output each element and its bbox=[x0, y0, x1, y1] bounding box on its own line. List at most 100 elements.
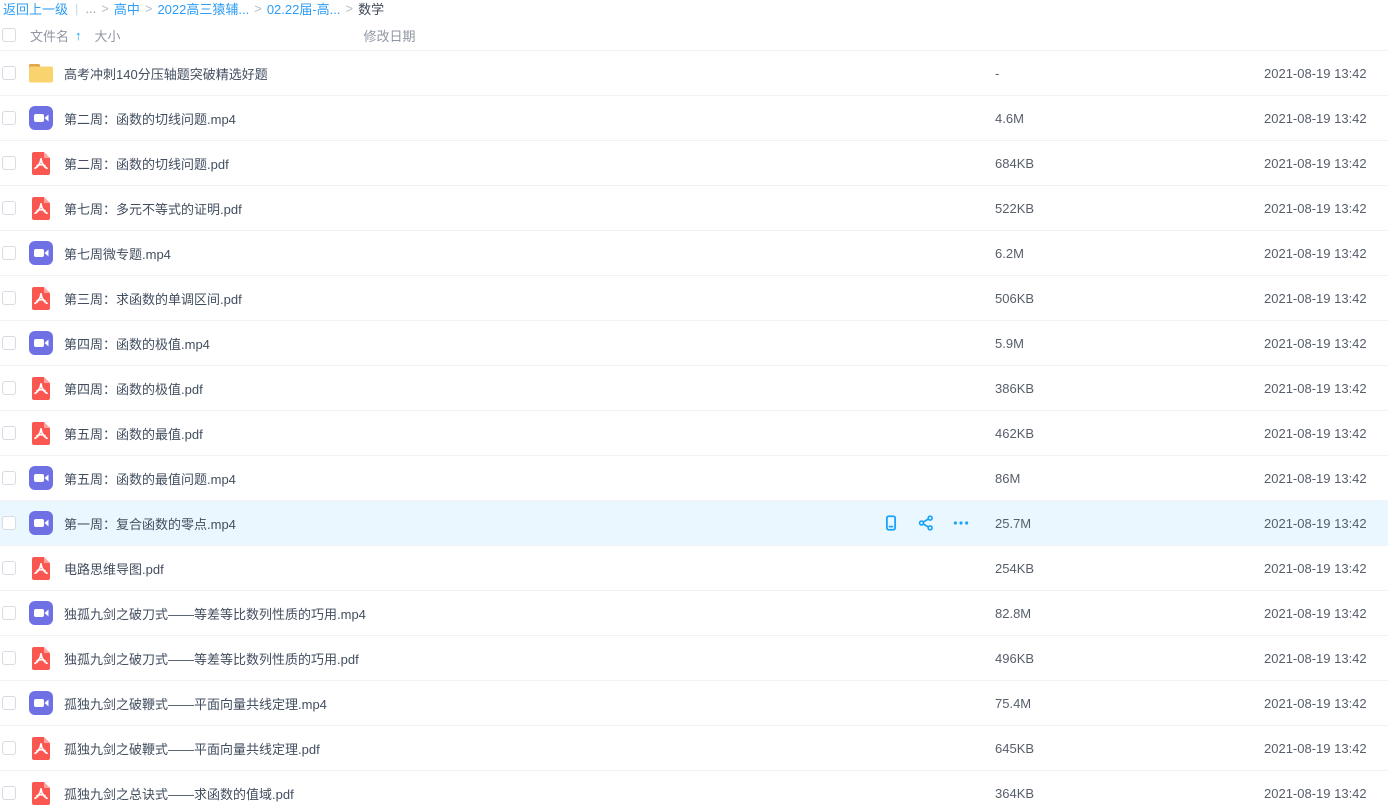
file-row[interactable]: 第三周：求函数的单调区间.pdf 506KB 2021-08-19 13:42 bbox=[0, 276, 1388, 321]
row-checkbox[interactable] bbox=[2, 696, 16, 710]
row-checkbox[interactable] bbox=[2, 201, 16, 215]
breadcrumb-separator: > bbox=[254, 1, 262, 16]
file-row[interactable]: 高考冲刺140分压轴题突破精选好题 - 2021-08-19 13:42 bbox=[0, 51, 1388, 96]
file-modified-date: 2021-08-19 13:42 bbox=[1264, 426, 1388, 441]
row-checkbox[interactable] bbox=[2, 111, 16, 125]
file-name[interactable]: 孤独九剑之破鞭式——平面向量共线定理.pdf bbox=[64, 739, 320, 758]
row-checkbox[interactable] bbox=[2, 741, 16, 755]
pdf-file-icon bbox=[28, 556, 54, 580]
select-all-checkbox[interactable] bbox=[2, 28, 16, 42]
file-size: 4.6M bbox=[995, 111, 1264, 126]
row-checkbox[interactable] bbox=[2, 246, 16, 260]
file-row[interactable]: 第一周：复合函数的零点.mp4 bbox=[0, 501, 1388, 546]
file-size: 645KB bbox=[995, 741, 1264, 756]
file-name[interactable]: 高考冲刺140分压轴题突破精选好题 bbox=[64, 64, 268, 83]
row-checkbox[interactable] bbox=[2, 291, 16, 305]
video-file-icon bbox=[28, 241, 54, 265]
file-modified-date: 2021-08-19 13:42 bbox=[1264, 741, 1388, 756]
file-name[interactable]: 第五周：函数的最值问题.mp4 bbox=[64, 469, 236, 488]
file-name[interactable]: 第二周：函数的切线问题.mp4 bbox=[64, 109, 236, 128]
file-modified-date: 2021-08-19 13:42 bbox=[1264, 561, 1388, 576]
row-checkbox[interactable] bbox=[2, 606, 16, 620]
file-row[interactable]: 孤独九剑之破鞭式——平面向量共线定理.mp4 75.4M 2021-08-19 … bbox=[0, 681, 1388, 726]
pdf-file-icon bbox=[28, 646, 54, 670]
row-checkbox[interactable] bbox=[2, 471, 16, 485]
video-file-icon bbox=[28, 106, 54, 130]
row-checkbox[interactable] bbox=[2, 426, 16, 440]
file-row[interactable]: 第四周：函数的极值.mp4 5.9M 2021-08-19 13:42 bbox=[0, 321, 1388, 366]
file-name[interactable]: 电路思维导图.pdf bbox=[64, 559, 164, 578]
row-checkbox[interactable] bbox=[2, 786, 16, 800]
file-row[interactable]: 第二周：函数的切线问题.mp4 4.6M 2021-08-19 13:42 bbox=[0, 96, 1388, 141]
file-table-header: 文件名 ↑ 大小 修改日期 bbox=[0, 20, 1388, 51]
breadcrumb-link-2[interactable]: 2022高三猿辅... bbox=[157, 0, 249, 18]
file-name[interactable]: 孤独九剑之破鞭式——平面向量共线定理.mp4 bbox=[64, 694, 327, 713]
file-size: 386KB bbox=[995, 381, 1264, 396]
file-size: 86M bbox=[995, 471, 1264, 486]
breadcrumb-collapsed[interactable]: ... bbox=[85, 1, 96, 16]
file-row[interactable]: 第五周：函数的最值.pdf 462KB 2021-08-19 13:42 bbox=[0, 411, 1388, 456]
breadcrumb-link-3[interactable]: 02.22届-高... bbox=[267, 0, 341, 18]
file-name[interactable]: 第四周：函数的极值.pdf bbox=[64, 379, 203, 398]
column-header-size[interactable]: 大小 bbox=[82, 26, 351, 45]
file-name[interactable]: 独孤九剑之破刀式——等差等比数列性质的巧用.pdf bbox=[64, 649, 359, 668]
share-icon[interactable] bbox=[917, 514, 935, 532]
file-size: 25.7M bbox=[995, 516, 1264, 531]
file-modified-date: 2021-08-19 13:42 bbox=[1264, 381, 1388, 396]
file-name[interactable]: 第一周：复合函数的零点.mp4 bbox=[64, 514, 236, 533]
breadcrumb-link-1[interactable]: 高中 bbox=[114, 0, 140, 18]
file-modified-date: 2021-08-19 13:42 bbox=[1264, 651, 1388, 666]
file-size: 462KB bbox=[995, 426, 1264, 441]
file-size: 506KB bbox=[995, 291, 1264, 306]
file-size: 5.9M bbox=[995, 336, 1264, 351]
video-file-icon bbox=[28, 601, 54, 625]
file-size: 684KB bbox=[995, 156, 1264, 171]
file-name[interactable]: 第二周：函数的切线问题.pdf bbox=[64, 154, 229, 173]
file-modified-date: 2021-08-19 13:42 bbox=[1264, 291, 1388, 306]
save-to-device-icon[interactable] bbox=[882, 514, 900, 532]
file-name[interactable]: 第五周：函数的最值.pdf bbox=[64, 424, 203, 443]
file-row[interactable]: 第五周：函数的最值问题.mp4 86M 2021-08-19 13:42 bbox=[0, 456, 1388, 501]
column-header-name-label: 文件名 bbox=[30, 26, 69, 45]
file-modified-date: 2021-08-19 13:42 bbox=[1264, 201, 1388, 216]
row-checkbox[interactable] bbox=[2, 516, 16, 530]
file-name[interactable]: 第七周：多元不等式的证明.pdf bbox=[64, 199, 242, 218]
file-row[interactable]: 电路思维导图.pdf 254KB 2021-08-19 13:42 bbox=[0, 546, 1388, 591]
column-header-modified[interactable]: 修改日期 bbox=[351, 26, 475, 45]
file-row[interactable]: 独孤九剑之破刀式——等差等比数列性质的巧用.mp4 82.8M 2021-08-… bbox=[0, 591, 1388, 636]
file-name[interactable]: 第七周微专题.mp4 bbox=[64, 244, 171, 263]
file-size: 254KB bbox=[995, 561, 1264, 576]
file-modified-date: 2021-08-19 13:42 bbox=[1264, 156, 1388, 171]
video-file-icon bbox=[28, 511, 54, 535]
video-file-icon bbox=[28, 691, 54, 715]
video-file-icon bbox=[28, 466, 54, 490]
file-row[interactable]: 第四周：函数的极值.pdf 386KB 2021-08-19 13:42 bbox=[0, 366, 1388, 411]
row-checkbox[interactable] bbox=[2, 561, 16, 575]
file-size: 82.8M bbox=[995, 606, 1264, 621]
row-hover-actions bbox=[882, 514, 970, 532]
file-name[interactable]: 孤独九剑之总诀式——求函数的值域.pdf bbox=[64, 784, 294, 803]
row-checkbox[interactable] bbox=[2, 156, 16, 170]
file-row[interactable]: 孤独九剑之破鞭式——平面向量共线定理.pdf 645KB 2021-08-19 … bbox=[0, 726, 1388, 771]
breadcrumb-separator: > bbox=[101, 1, 109, 16]
row-checkbox[interactable] bbox=[2, 381, 16, 395]
row-checkbox[interactable] bbox=[2, 66, 16, 80]
file-row[interactable]: 第七周：多元不等式的证明.pdf 522KB 2021-08-19 13:42 bbox=[0, 186, 1388, 231]
file-size: 6.2M bbox=[995, 246, 1264, 261]
file-row[interactable]: 独孤九剑之破刀式——等差等比数列性质的巧用.pdf 496KB 2021-08-… bbox=[0, 636, 1388, 681]
breadcrumb-divider: | bbox=[75, 1, 78, 16]
row-checkbox[interactable] bbox=[2, 651, 16, 665]
more-actions-icon[interactable] bbox=[952, 514, 970, 532]
breadcrumb-back-link[interactable]: 返回上一级 bbox=[3, 0, 68, 18]
breadcrumb-current: 数学 bbox=[358, 0, 384, 18]
file-modified-date: 2021-08-19 13:42 bbox=[1264, 246, 1388, 261]
file-name[interactable]: 第三周：求函数的单调区间.pdf bbox=[64, 289, 242, 308]
file-modified-date: 2021-08-19 13:42 bbox=[1264, 336, 1388, 351]
column-header-name[interactable]: 文件名 ↑ bbox=[30, 26, 82, 45]
file-row[interactable]: 第二周：函数的切线问题.pdf 684KB 2021-08-19 13:42 bbox=[0, 141, 1388, 186]
file-name[interactable]: 第四周：函数的极值.mp4 bbox=[64, 334, 210, 353]
row-checkbox[interactable] bbox=[2, 336, 16, 350]
file-row[interactable]: 第七周微专题.mp4 6.2M 2021-08-19 13:42 bbox=[0, 231, 1388, 276]
file-row[interactable]: 孤独九剑之总诀式——求函数的值域.pdf 364KB 2021-08-19 13… bbox=[0, 771, 1388, 808]
file-name[interactable]: 独孤九剑之破刀式——等差等比数列性质的巧用.mp4 bbox=[64, 604, 366, 623]
